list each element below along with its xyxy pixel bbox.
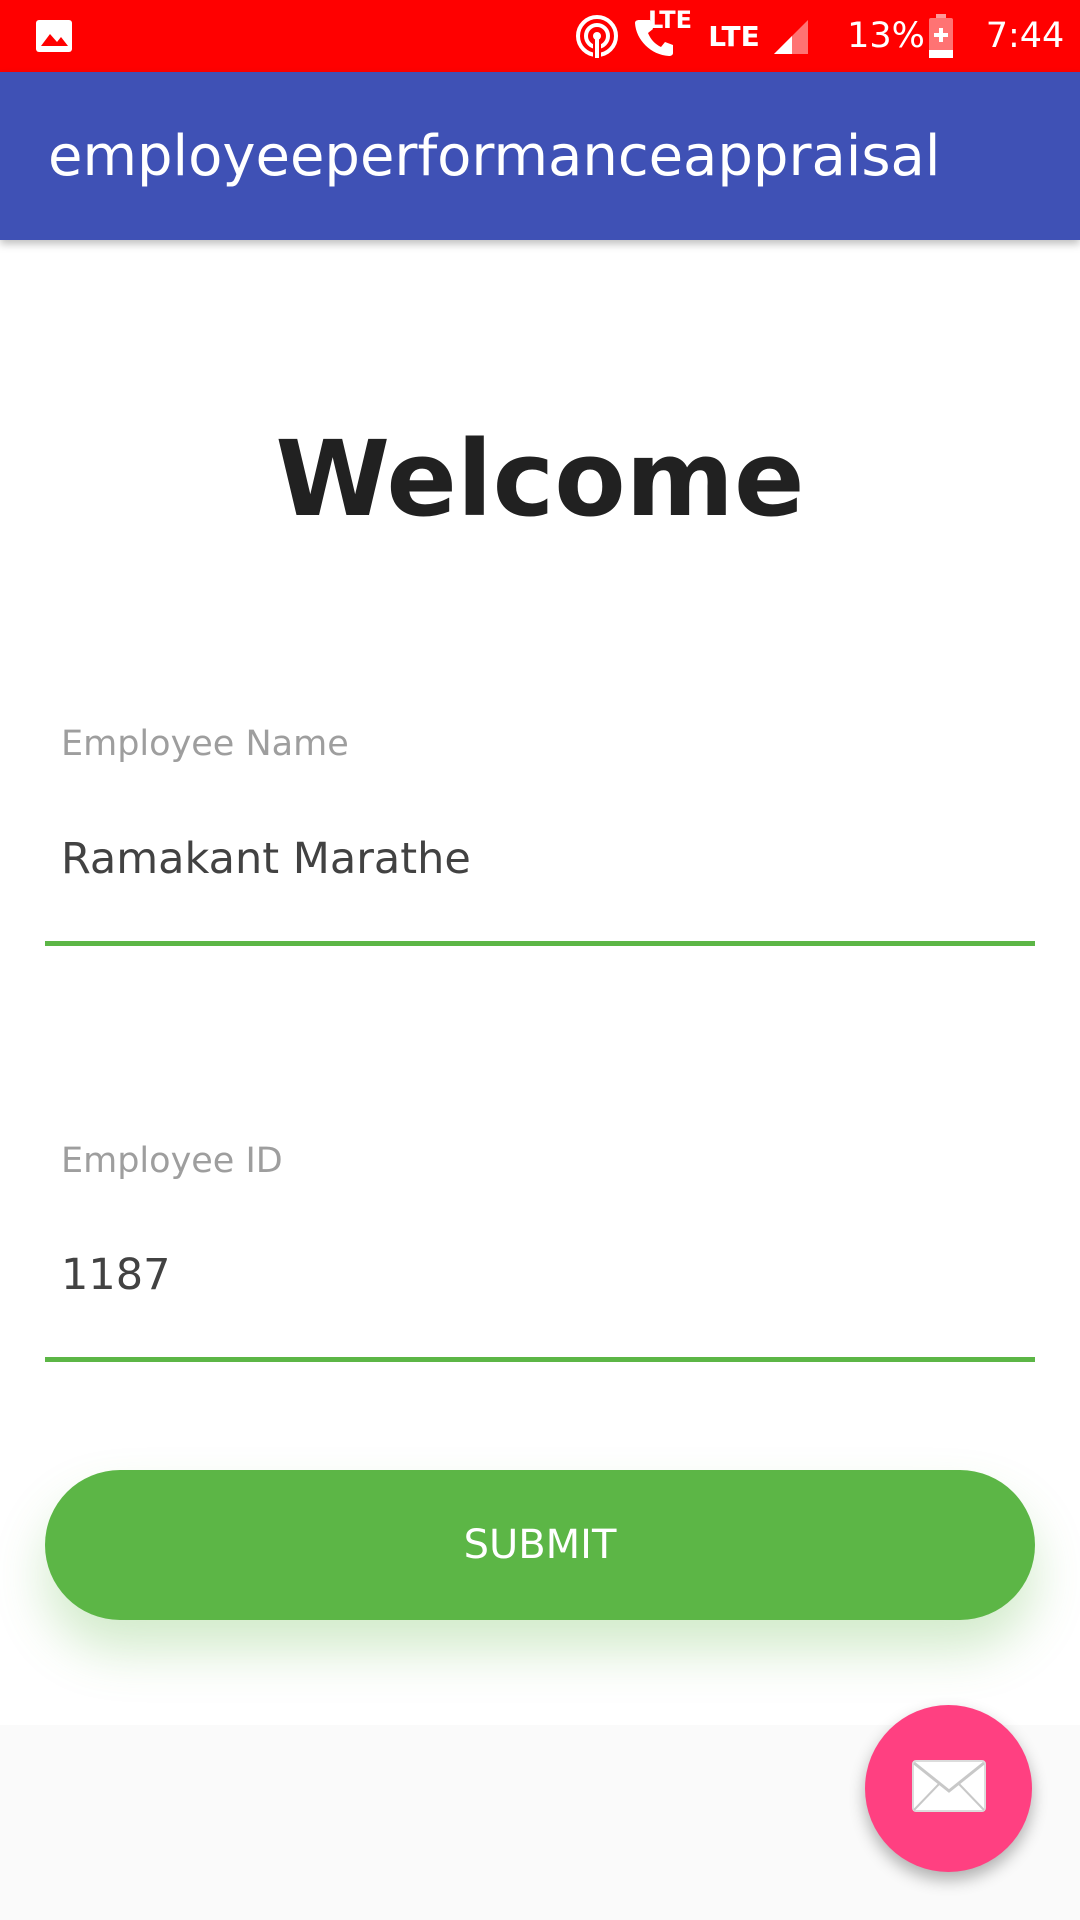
employee-name-field[interactable] [61,834,1011,884]
battery-percent: 13% [847,16,925,56]
employee-name-underline [45,941,1035,946]
mail-icon [911,1759,987,1818]
status-bar: LTE LTE 13% 7:44 [0,0,1080,72]
employee-id-underline [45,1357,1035,1362]
employee-id-label: Employee ID [61,1141,283,1181]
app-bar: employeeperformanceappraisal [0,72,1080,240]
app-title: employeeperformanceappraisal [48,124,941,189]
call-lte-label: LTE [647,6,693,34]
welcome-heading: Welcome [275,418,805,540]
hotspot-icon [572,0,622,72]
screen: LTE LTE 13% 7:44 employeeperformanceappr… [0,0,1080,1920]
submit-button[interactable]: SUBMIT [45,1470,1035,1620]
network-type-label: LTE [708,19,760,53]
battery-charging-icon [924,0,958,72]
welcome-form: Welcome Employee Name Employee ID SUBMIT [0,240,1080,1725]
employee-name-label: Employee Name [61,724,349,764]
image-icon [32,0,76,72]
clock: 7:44 [985,16,1065,56]
employee-id-field[interactable] [61,1250,1011,1300]
submit-button-label: SUBMIT [463,1522,617,1568]
mail-fab[interactable] [865,1705,1032,1872]
signal-icon [770,0,810,72]
